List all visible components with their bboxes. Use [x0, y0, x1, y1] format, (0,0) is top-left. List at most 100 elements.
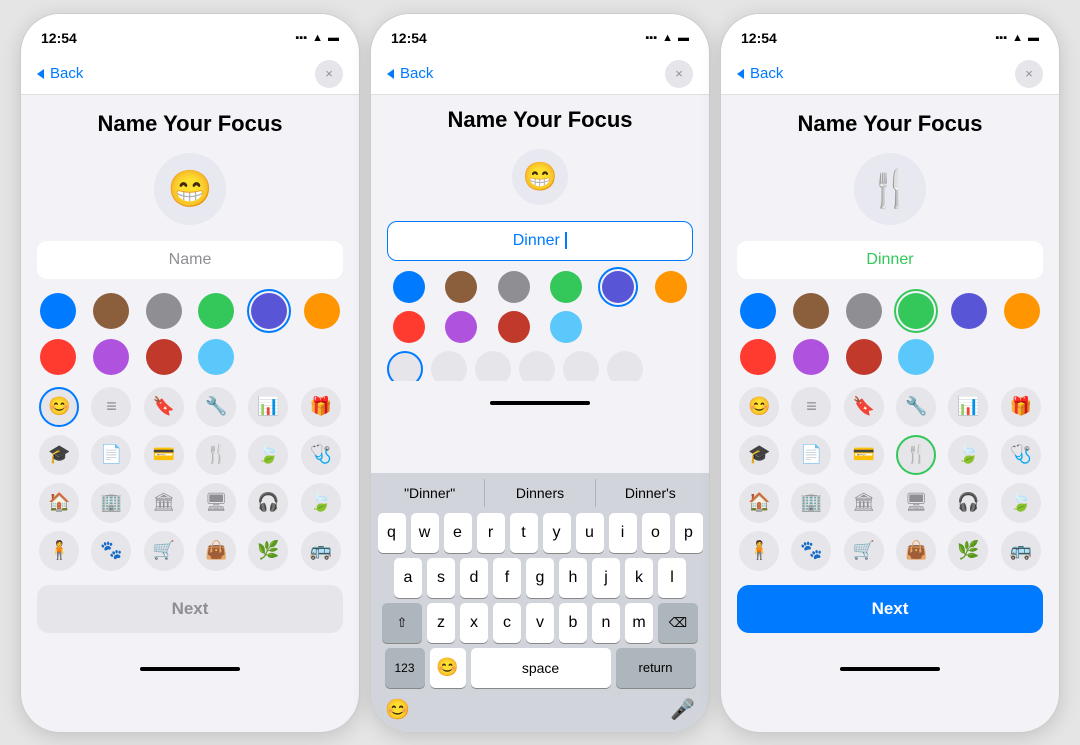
name-input-2[interactable]: Dinner [387, 221, 693, 261]
icon-person-1[interactable]: 🧍 [39, 531, 79, 571]
key-p[interactable]: p [675, 513, 703, 553]
color-purple-2[interactable] [602, 271, 634, 303]
color-blue-3[interactable] [740, 293, 776, 329]
color-blue-1[interactable] [40, 293, 76, 329]
icon-fork-3[interactable]: 🔧 [896, 387, 936, 427]
key-u[interactable]: u [576, 513, 604, 553]
icon-list-3[interactable]: ≡ [791, 387, 831, 427]
icon-chart-3[interactable]: 📊 [948, 387, 988, 427]
back-button-3[interactable]: Back [737, 65, 783, 82]
icon-bank-1[interactable]: 🏛 [144, 483, 184, 523]
icon-fork-1[interactable]: 🔧 [196, 387, 236, 427]
key-shift[interactable]: ⇧ [382, 603, 422, 643]
key-n[interactable]: n [592, 603, 620, 643]
key-d[interactable]: d [460, 558, 488, 598]
partial-icon-2[interactable] [431, 351, 467, 381]
emoji-key-bottom[interactable]: 😊 [385, 697, 410, 722]
close-button-1[interactable]: × [315, 60, 343, 88]
key-j[interactable]: j [592, 558, 620, 598]
color-green-1[interactable] [198, 293, 234, 329]
icon-medical-3[interactable]: 🩺 [1001, 435, 1041, 475]
icon-bank-3[interactable]: 🏛 [844, 483, 884, 523]
key-t[interactable]: t [510, 513, 538, 553]
icon-building-3[interactable]: 🏢 [791, 483, 831, 523]
color-green-3[interactable] [898, 293, 934, 329]
color-red-2[interactable] [393, 311, 425, 343]
mic-key[interactable]: 🎤 [670, 697, 695, 722]
color-darkred-2[interactable] [498, 311, 530, 343]
icon-utensils-1[interactable]: 🍴 [196, 435, 236, 475]
icon-cart-1[interactable]: 🛒 [144, 531, 184, 571]
color-violet-2[interactable] [445, 311, 477, 343]
icon-medical-1[interactable]: 🩺 [301, 435, 341, 475]
icon-leaf-3[interactable]: 🍃 [948, 435, 988, 475]
icon-list-1[interactable]: ≡ [91, 387, 131, 427]
color-violet-3[interactable] [793, 339, 829, 375]
partial-icon-1[interactable] [387, 351, 423, 381]
icon-paw-1[interactable]: 🐾 [91, 531, 131, 571]
color-brown-3[interactable] [793, 293, 829, 329]
key-w[interactable]: w [411, 513, 439, 553]
color-orange-3[interactable] [1004, 293, 1040, 329]
icon-home-3[interactable]: 🏠 [739, 483, 779, 523]
icon-chart-1[interactable]: 📊 [248, 387, 288, 427]
icon-person-3[interactable]: 🧍 [739, 531, 779, 571]
key-space[interactable]: space [471, 648, 611, 688]
icon-plant-1[interactable]: 🌿 [248, 531, 288, 571]
icon-bus-3[interactable]: 🚌 [1001, 531, 1041, 571]
autocorrect-2[interactable]: Dinners [485, 479, 595, 507]
icon-grad-3[interactable]: 🎓 [739, 435, 779, 475]
icon-bookmark-3[interactable]: 🔖 [844, 387, 884, 427]
icon-home-1[interactable]: 🏠 [39, 483, 79, 523]
key-b[interactable]: b [559, 603, 587, 643]
icon-monitor-1[interactable]: 🖥 [196, 483, 236, 523]
key-f[interactable]: f [493, 558, 521, 598]
icon-leaf2-3[interactable]: 🍃 [1001, 483, 1041, 523]
icon-headphones-3[interactable]: 🎧 [948, 483, 988, 523]
next-button-1[interactable]: Next [37, 585, 343, 633]
icon-cart-3[interactable]: 🛒 [844, 531, 884, 571]
key-g[interactable]: g [526, 558, 554, 598]
color-teal-3[interactable] [898, 339, 934, 375]
icon-emoji-3[interactable]: 😊 [739, 387, 779, 427]
key-delete[interactable]: ⌫ [658, 603, 698, 643]
color-teal-2[interactable] [550, 311, 582, 343]
key-123[interactable]: 123 [385, 648, 425, 688]
icon-paw-3[interactable]: 🐾 [791, 531, 831, 571]
icon-leaf-1[interactable]: 🍃 [248, 435, 288, 475]
icon-gift-3[interactable]: 🎁 [1001, 387, 1041, 427]
key-q[interactable]: q [378, 513, 406, 553]
partial-icon-4[interactable] [519, 351, 555, 381]
close-button-2[interactable]: × [665, 60, 693, 88]
icon-doc-3[interactable]: 📄 [791, 435, 831, 475]
key-m[interactable]: m [625, 603, 653, 643]
icon-leaf2-1[interactable]: 🍃 [301, 483, 341, 523]
close-button-3[interactable]: × [1015, 60, 1043, 88]
key-return[interactable]: return [616, 648, 696, 688]
key-z[interactable]: z [427, 603, 455, 643]
back-button-2[interactable]: Back [387, 65, 433, 82]
icon-building-1[interactable]: 🏢 [91, 483, 131, 523]
icon-bag-3[interactable]: 👜 [896, 531, 936, 571]
key-x[interactable]: x [460, 603, 488, 643]
key-emoji-kb[interactable]: 😊 [430, 648, 466, 688]
icon-emoji-1[interactable]: 😊 [39, 387, 79, 427]
icon-utensils-3[interactable]: 🍴 [896, 435, 936, 475]
key-i[interactable]: i [609, 513, 637, 553]
partial-icon-3[interactable] [475, 351, 511, 381]
color-brown-1[interactable] [93, 293, 129, 329]
autocorrect-1[interactable]: "Dinner" [375, 479, 485, 507]
color-red-3[interactable] [740, 339, 776, 375]
icon-card-1[interactable]: 💳 [144, 435, 184, 475]
icon-doc-1[interactable]: 📄 [91, 435, 131, 475]
autocorrect-3[interactable]: Dinner's [596, 479, 705, 507]
key-k[interactable]: k [625, 558, 653, 598]
key-c[interactable]: c [493, 603, 521, 643]
color-blue-2[interactable] [393, 271, 425, 303]
partial-icon-6[interactable] [607, 351, 643, 381]
key-a[interactable]: a [394, 558, 422, 598]
icon-bus-1[interactable]: 🚌 [301, 531, 341, 571]
icon-bag-1[interactable]: 👜 [196, 531, 236, 571]
name-input-3[interactable]: Dinner [737, 241, 1043, 279]
key-h[interactable]: h [559, 558, 587, 598]
